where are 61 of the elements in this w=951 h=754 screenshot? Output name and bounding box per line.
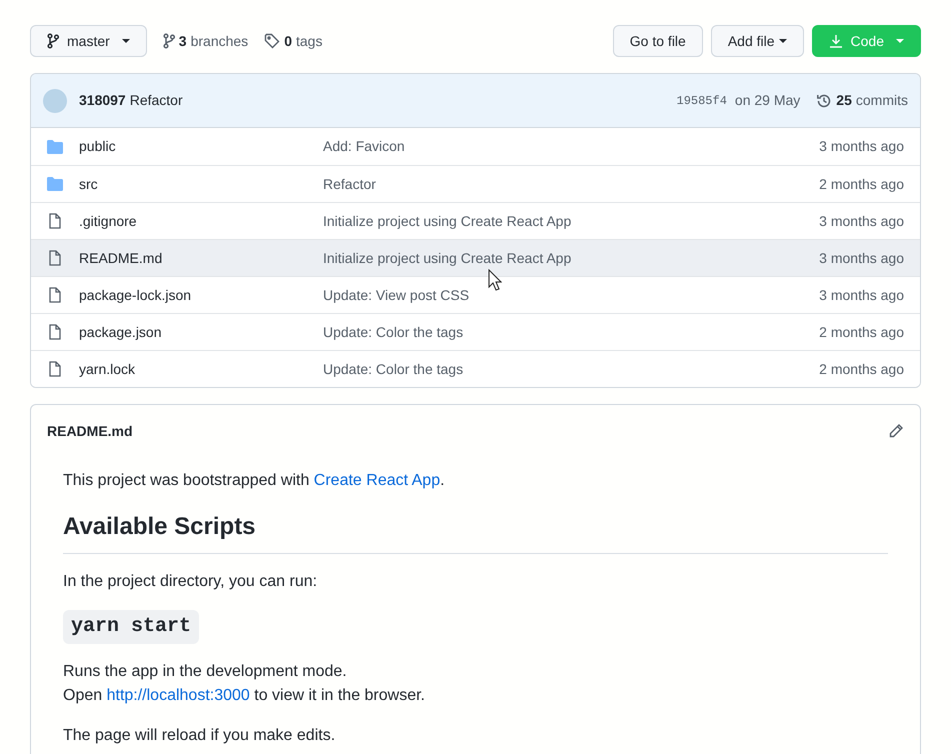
readme-text: Runs the app in the development mode. bbox=[63, 662, 348, 682]
commit-message[interactable]: Initialize project using Create React App bbox=[323, 248, 572, 268]
branch-icon bbox=[162, 33, 175, 49]
file-age: 3 months ago bbox=[819, 137, 904, 156]
readme-link[interactable]: http://localhost:3000 bbox=[106, 687, 250, 704]
commit-message[interactable]: Update: Color the tags bbox=[323, 322, 464, 342]
commit-date: on 29 May bbox=[734, 91, 800, 110]
readme-title: README.md bbox=[47, 422, 133, 440]
commit-author[interactable]: 318097 bbox=[79, 90, 126, 111]
add-file-button[interactable]: Add file bbox=[710, 25, 804, 57]
commit-message[interactable]: Update: Color the tags bbox=[323, 358, 464, 380]
file-name[interactable]: package-lock.json bbox=[79, 284, 323, 306]
file-name[interactable]: src bbox=[79, 174, 323, 194]
caret-icon bbox=[122, 39, 130, 43]
tags-link[interactable]: 0 tags bbox=[264, 30, 322, 52]
file-name[interactable]: package.json bbox=[79, 322, 323, 342]
commit-message[interactable]: Add: Favicon bbox=[323, 136, 405, 157]
branches-link[interactable]: 3 branches bbox=[162, 30, 248, 52]
commit-sha[interactable]: 19585f4 bbox=[676, 92, 727, 110]
file-age: 3 months ago bbox=[819, 248, 904, 268]
commit-message[interactable]: Initialize project using Create React App bbox=[323, 210, 572, 232]
file-age: 2 months ago bbox=[819, 174, 904, 194]
file-age: 3 months ago bbox=[819, 286, 904, 305]
branch-icon bbox=[47, 33, 59, 49]
file-icon bbox=[49, 250, 61, 266]
file-icon bbox=[49, 361, 61, 377]
caret-icon bbox=[778, 39, 787, 43]
file-name[interactable]: public bbox=[79, 136, 323, 157]
tag-icon bbox=[264, 33, 280, 49]
download-icon bbox=[828, 34, 843, 48]
file-age: 2 months ago bbox=[819, 360, 904, 379]
file-age: 3 months ago bbox=[819, 212, 904, 231]
commit-message[interactable]: Refactor bbox=[323, 174, 376, 194]
readme-text: Open http://localhost:3000 to view it in the browser. bbox=[63, 686, 426, 706]
file-name[interactable]: yarn.lock bbox=[79, 358, 323, 380]
file-age: 2 months ago bbox=[819, 322, 904, 342]
file-icon bbox=[49, 324, 61, 340]
readme-text: In the project directory, you can run: bbox=[63, 572, 318, 592]
avatar bbox=[43, 88, 67, 112]
go-to-file-button[interactable]: Go to file bbox=[612, 25, 703, 57]
caret-icon bbox=[896, 39, 904, 43]
readme-heading: Available Scripts bbox=[63, 509, 888, 554]
file-icon bbox=[49, 213, 61, 229]
file-row[interactable]: README.md Initialize project using Create React App 3 months ago bbox=[31, 239, 920, 276]
readme-link[interactable]: Create React App bbox=[314, 472, 440, 489]
commit-message[interactable]: Update: View post CSS bbox=[323, 284, 470, 306]
mouse-pointer-icon bbox=[488, 269, 502, 291]
file-name[interactable]: .gitignore bbox=[79, 210, 323, 232]
file-icon bbox=[49, 287, 61, 303]
file-row[interactable]: yarn.lock Update: Color the tags 2 months ago bbox=[31, 350, 920, 387]
file-name[interactable]: README.md bbox=[79, 248, 323, 268]
readme-text: This project was bootstrapped with Create React App. bbox=[63, 471, 446, 491]
readme-text: The page will reload if you make edits. bbox=[63, 726, 336, 746]
history-icon bbox=[816, 92, 832, 108]
commits-link[interactable]: 25 commits bbox=[816, 90, 908, 111]
pencil-icon[interactable] bbox=[888, 423, 904, 439]
branch-button[interactable]: master bbox=[30, 25, 147, 57]
folder-icon bbox=[47, 177, 63, 191]
commit-message[interactable]: Refactor bbox=[130, 90, 183, 111]
code-snippet: yarn start bbox=[63, 610, 200, 644]
folder-icon bbox=[47, 140, 63, 154]
